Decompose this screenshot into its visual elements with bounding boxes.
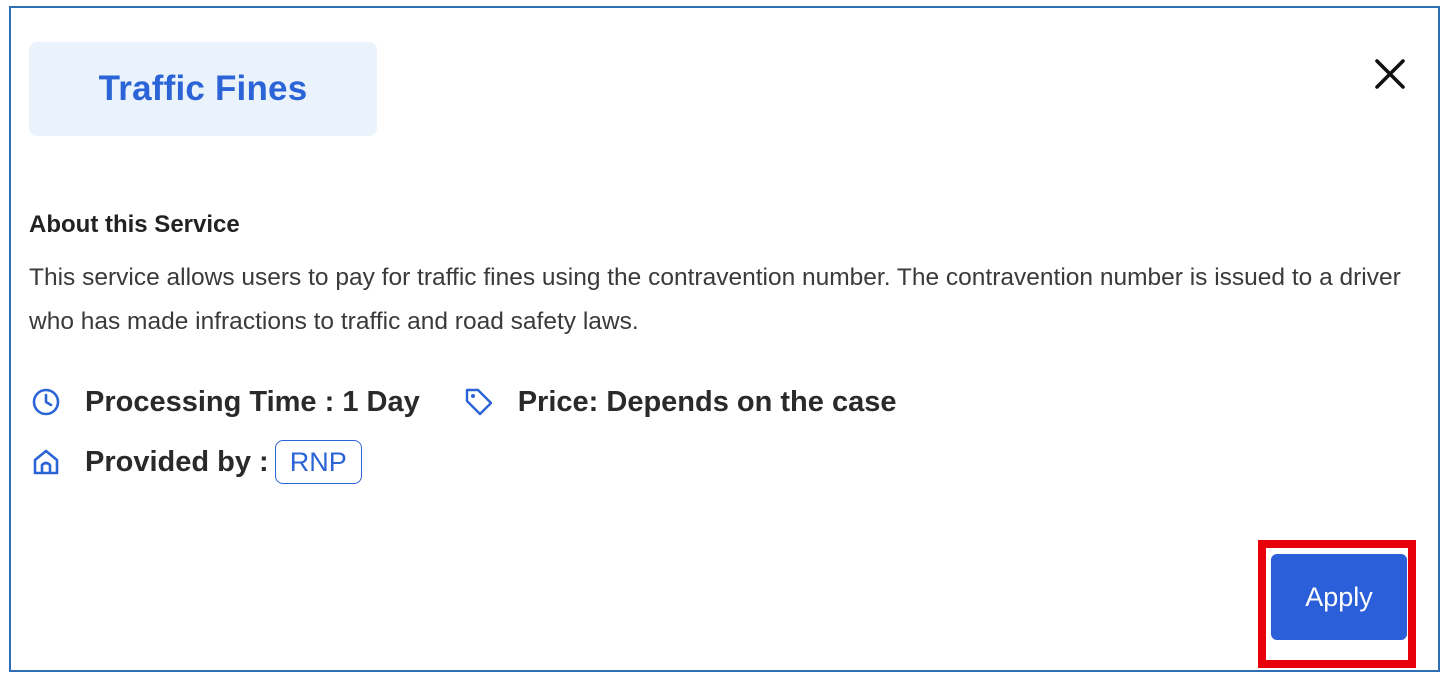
provider-tag: RNP [274,440,362,484]
close-button[interactable] [1368,52,1412,96]
about-description: This service allows users to pay for tra… [29,264,1401,335]
price-info: Price: Depends on the case [517,385,897,418]
title-chip: Traffic Fines [29,42,377,136]
apply-button[interactable]: Apply [1271,554,1407,640]
processing-time: Processing Time : 1 Day [85,385,420,418]
clock-icon [29,385,63,419]
provided-by-label: Provided by : [85,445,269,478]
service-dialog: Traffic Fines About this Service This se… [9,6,1440,672]
meta-row-provider: Provided by : RNP [29,440,362,484]
close-icon [1375,59,1405,89]
about-heading: About this Service [29,211,240,238]
dialog-title: Traffic Fines [98,69,308,108]
meta-row-primary: Processing Time : 1 Day Price: Depends o… [29,385,896,419]
home-icon [29,445,63,479]
tag-icon [462,385,496,419]
